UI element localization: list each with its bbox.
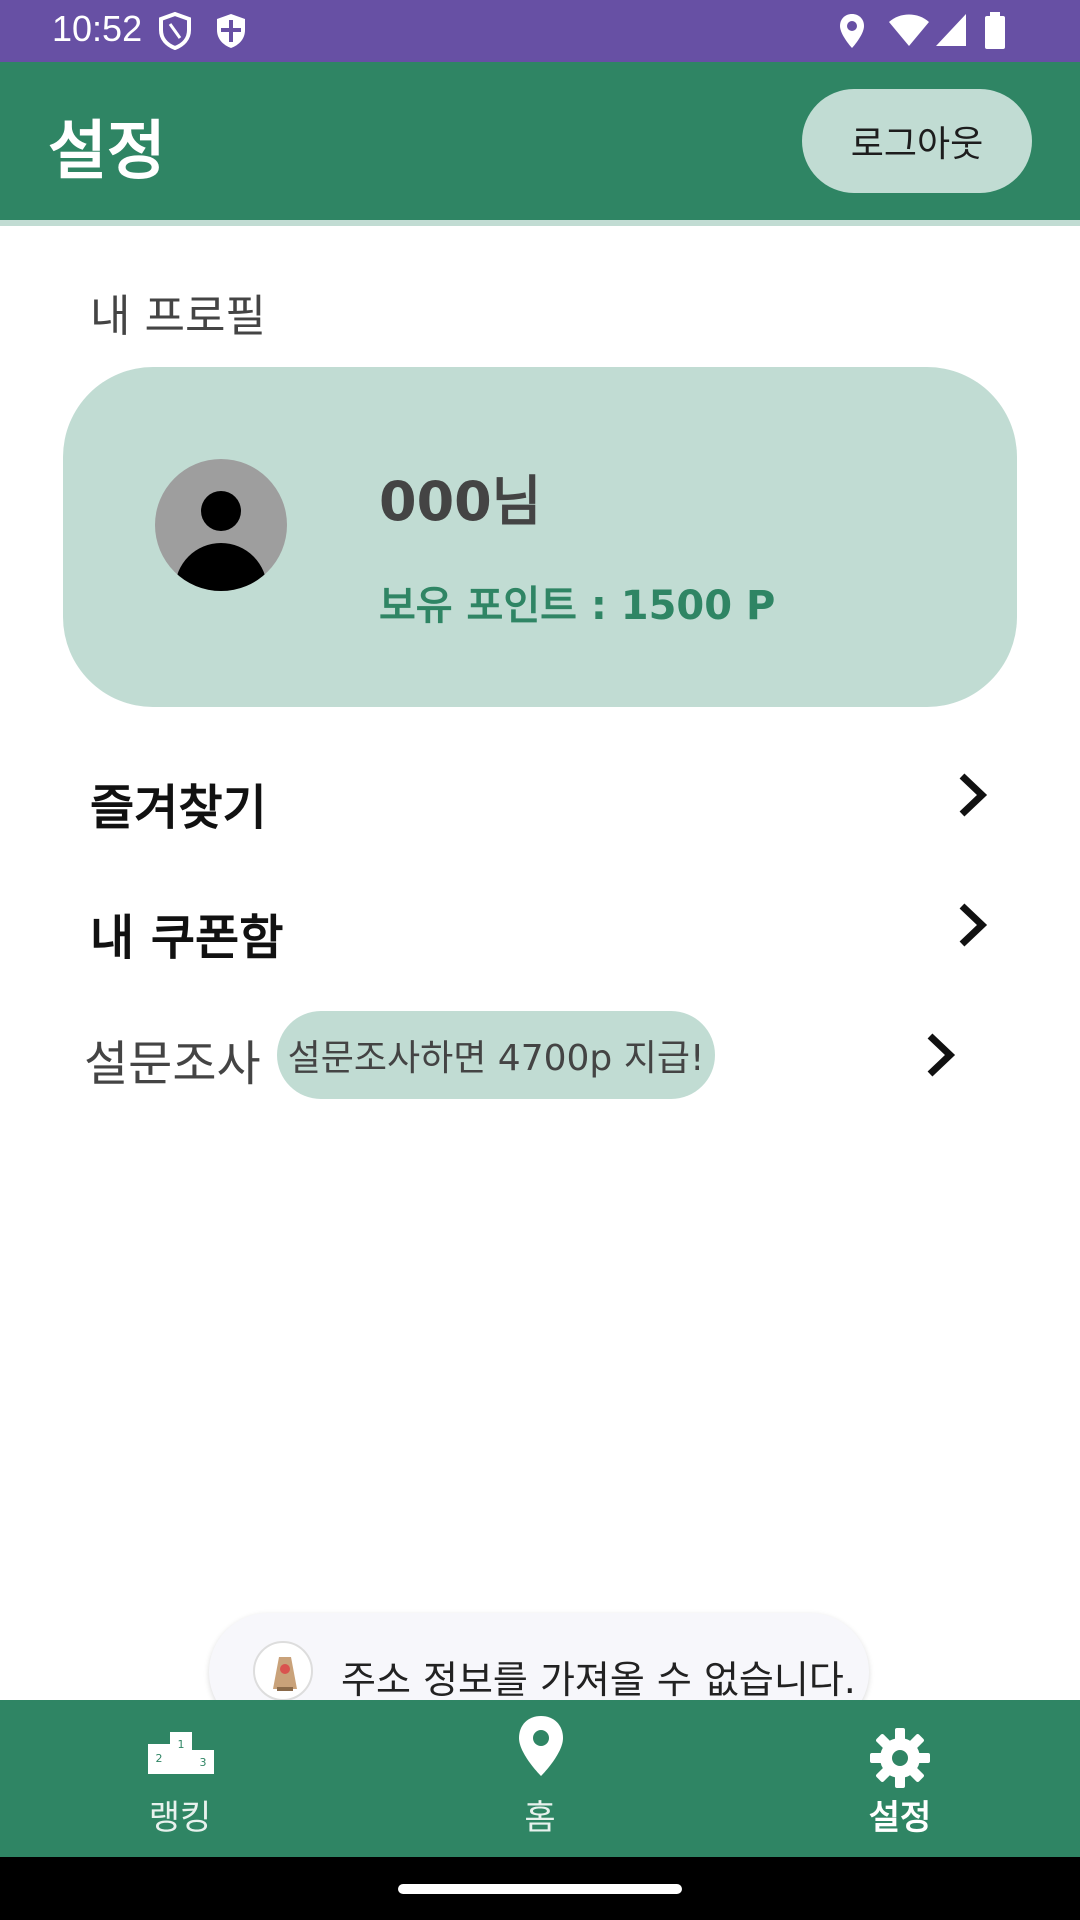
app-icon xyxy=(253,1641,313,1701)
chevron-right-icon xyxy=(927,1033,956,1077)
nav-item-home[interactable]: 홈 xyxy=(440,1700,640,1857)
profile-name: 000님 xyxy=(379,470,542,533)
podium-icon: 2 1 3 xyxy=(148,1732,214,1774)
profile-section-label: 내 프로필 xyxy=(90,291,266,342)
signal-icon xyxy=(934,12,968,52)
shield-check-icon xyxy=(214,12,248,54)
system-navigation-bar xyxy=(0,1857,1080,1920)
shield-outline-icon xyxy=(158,11,192,54)
svg-text:2: 2 xyxy=(156,1752,163,1765)
bottom-navigation: 2 1 3 랭킹 홈 설정 xyxy=(0,1700,1080,1857)
toast-message: 주소 정보를 가져올 수 없습니다. xyxy=(341,1658,856,1702)
nav-label: 홈 xyxy=(524,1798,556,1838)
logout-button[interactable]: 로그아웃 xyxy=(802,89,1032,193)
divider xyxy=(0,220,1080,226)
menu-item-label: 내 쿠폰함 xyxy=(90,910,284,966)
battery-icon xyxy=(984,12,1006,54)
person-avatar-icon xyxy=(155,459,287,591)
gear-icon xyxy=(870,1728,930,1788)
chevron-right-icon xyxy=(959,903,988,947)
page-title: 설정 xyxy=(48,115,166,189)
wifi-icon xyxy=(888,12,930,52)
app-bar: 설정 로그아웃 xyxy=(0,62,1080,220)
svg-text:3: 3 xyxy=(200,1756,207,1769)
status-time: 10:52 xyxy=(52,8,143,49)
nav-item-ranking[interactable]: 2 1 3 랭킹 xyxy=(80,1700,280,1857)
profile-card: 000님 보유 포인트 : 1500 P xyxy=(63,367,1017,707)
location-pin-icon xyxy=(519,1716,563,1776)
survey-reward-badge: 설문조사하면 4700p 지급! xyxy=(277,1011,715,1099)
menu-item-favorites[interactable]: 즐겨찾기 xyxy=(0,740,1080,850)
menu-item-label: 즐겨찾기 xyxy=(90,780,267,836)
status-bar: 10:52 xyxy=(0,0,1080,62)
menu-item-coupons[interactable]: 내 쿠폰함 xyxy=(0,870,1080,980)
location-icon xyxy=(838,12,866,54)
home-gesture-handle[interactable] xyxy=(398,1884,682,1894)
survey-label: 설문조사 xyxy=(84,1036,261,1092)
chevron-right-icon xyxy=(959,773,988,817)
profile-points: 보유 포인트 : 1500 P xyxy=(379,583,776,629)
nav-label: 랭킹 xyxy=(148,1798,212,1838)
nav-label: 설정 xyxy=(868,1798,932,1838)
nav-item-settings[interactable]: 설정 xyxy=(800,1700,1000,1857)
svg-text:1: 1 xyxy=(178,1738,185,1751)
